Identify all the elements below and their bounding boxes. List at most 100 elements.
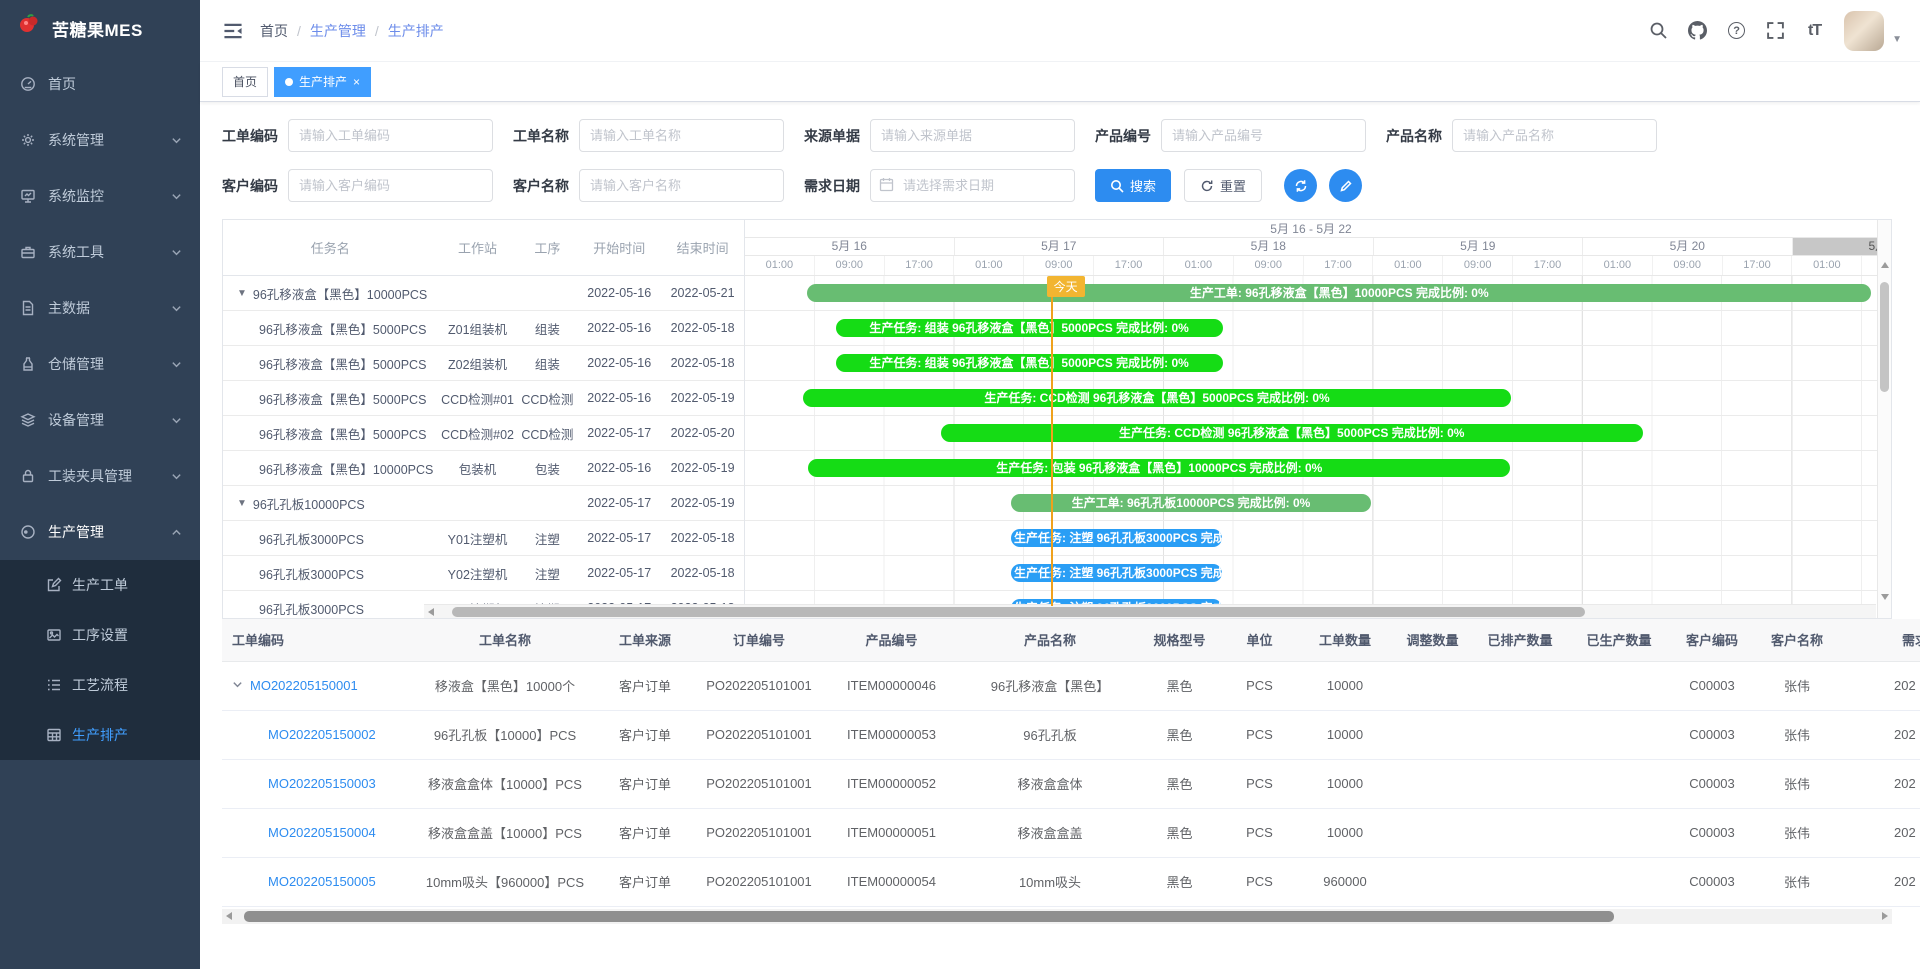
tab-close-icon[interactable]: × — [353, 76, 360, 88]
pencil-icon — [1339, 179, 1353, 193]
user-menu-caret-icon[interactable]: ▼ — [1892, 34, 1902, 51]
gantt-bar-task[interactable]: 生产任务: 组装 96孔移液盒【黑色】5000PCS 完成比例: 0% — [836, 319, 1223, 337]
tab-home[interactable]: 首页 — [222, 67, 268, 97]
github-icon[interactable] — [1688, 21, 1707, 40]
sidebar-toggle-icon[interactable] — [222, 20, 244, 42]
sidebar-item-equipment[interactable]: 设备管理 — [0, 392, 200, 448]
column-header: 工单编码 — [222, 619, 420, 661]
sidebar-item-process-settings[interactable]: 工序设置 — [0, 610, 200, 660]
scrollbar-thumb[interactable] — [452, 607, 1585, 617]
sidebar-item-production-scheduling[interactable]: 生产排产 — [0, 710, 200, 760]
sidebar-item-process-flow[interactable]: 工艺流程 — [0, 660, 200, 710]
gantt-bar-workorder[interactable]: 生产工单: 96孔移液盒【黑色】10000PCS 完成比例: 0% — [807, 284, 1871, 302]
column-header: 结束时间 — [661, 238, 744, 257]
gantt-bar-task-selected[interactable]: 生产任务: 注塑 96孔孔板3000PCS 完成比例: 0% — [1011, 529, 1222, 547]
demand-date-input[interactable] — [870, 169, 1075, 202]
worder-link[interactable]: MO202205150001 — [250, 678, 358, 693]
scrollbar-thumb[interactable] — [1880, 282, 1889, 392]
column-header: 调整数量 — [1395, 619, 1470, 661]
sidebar-item-system-tools[interactable]: 系统工具 — [0, 224, 200, 280]
sidebar-item-master-data[interactable]: 主数据 — [0, 280, 200, 336]
sidebar-item-system-monitor[interactable]: 系统监控 — [0, 168, 200, 224]
scroll-down-arrow-icon[interactable] — [1881, 594, 1889, 600]
gantt-row[interactable]: 96孔孔板3000PCS Y02注塑机 注塑 2022-05-17 2022-0… — [223, 556, 744, 591]
product-name-input[interactable] — [1452, 119, 1657, 152]
expand-triangle-icon[interactable]: ▼ — [237, 288, 247, 299]
table-horizontal-scrollbar[interactable] — [222, 909, 1892, 924]
gantt-bar-task[interactable]: 生产任务: 组装 96孔移液盒【黑色】5000PCS 完成比例: 0% — [836, 354, 1223, 372]
gantt-bar-task[interactable]: 生产任务: CCD检测 96孔移液盒【黑色】5000PCS 完成比例: 0% — [941, 424, 1643, 442]
gantt-bar-task-selected[interactable]: 生产任务: 注塑 96孔孔板3000PCS 完成比例: 0% — [1011, 564, 1222, 582]
gantt-vertical-scrollbar[interactable] — [1877, 220, 1891, 618]
gantt-bar-task[interactable]: 生产任务: CCD检测 96孔移液盒【黑色】5000PCS 完成比例: 0% — [803, 389, 1512, 407]
scrollbar-thumb[interactable] — [244, 911, 1614, 922]
expand-triangle-icon[interactable]: ▼ — [237, 498, 247, 509]
filter-row-2: 客户编码 客户名称 需求日期 搜索 — [222, 169, 1920, 202]
gantt-row[interactable]: 96孔移液盒【黑色】5000PCS CCD检测#02 CCD检测 2022-05… — [223, 416, 744, 451]
tab-label: 首页 — [233, 73, 257, 90]
table-row[interactable]: MO202205150001 移液盒【黑色】10000个 客户订单 PO2022… — [222, 661, 1920, 710]
gantt-horizontal-scrollbar[interactable] — [424, 604, 1876, 618]
gantt-row[interactable]: 96孔移液盒【黑色】5000PCS CCD检测#01 CCD检测 2022-05… — [223, 381, 744, 416]
sidebar-item-warehouse[interactable]: 仓储管理 — [0, 336, 200, 392]
scroll-up-arrow-icon[interactable] — [1881, 262, 1889, 268]
gantt-bar-task[interactable]: 生产任务: 包装 96孔移液盒【黑色】10000PCS 完成比例: 0% — [808, 459, 1510, 477]
fullscreen-icon[interactable] — [1766, 21, 1785, 40]
table-row[interactable]: MO202205150002 96孔孔板【10000】PCS 客户订单 PO20… — [222, 710, 1920, 759]
font-size-icon[interactable]: tT — [1805, 21, 1824, 40]
worder-link[interactable]: MO202205150003 — [268, 776, 376, 791]
gantt-bar-workorder[interactable]: 生产工单: 96孔孔板10000PCS 完成比例: 0% — [1011, 494, 1371, 512]
scroll-left-arrow-icon[interactable] — [428, 608, 434, 616]
breadcrumb-production-scheduling[interactable]: 生产排产 — [388, 21, 444, 41]
field-label: 产品编号 — [1095, 126, 1151, 146]
edit-schedule-button[interactable] — [1329, 169, 1362, 202]
worder-link[interactable]: MO202205150002 — [268, 727, 376, 742]
table-row[interactable]: MO202205150004 移液盒盒盖【10000】PCS 客户订单 PO20… — [222, 808, 1920, 857]
product-code-input[interactable] — [1161, 119, 1366, 152]
search-icon[interactable] — [1649, 21, 1668, 40]
sidebar-item-fixtures[interactable]: 工装夹具管理 — [0, 448, 200, 504]
gantt-row[interactable]: ▼96孔移液盒【黑色】10000PCS 2022-05-16 2022-05-2… — [223, 276, 744, 311]
worder-name-input[interactable] — [579, 119, 784, 152]
gantt-row[interactable]: 96孔移液盒【黑色】5000PCS Z02组装机 组装 2022-05-16 2… — [223, 346, 744, 381]
sidebar-item-system-mgmt[interactable]: 系统管理 — [0, 112, 200, 168]
chevron-down-icon — [171, 415, 182, 426]
scroll-left-arrow-icon[interactable] — [226, 912, 232, 920]
sidebar-item-production[interactable]: 生产管理 — [0, 504, 200, 560]
tab-production-scheduling[interactable]: 生产排产 × — [274, 67, 371, 97]
refresh-schedule-button[interactable] — [1284, 169, 1317, 202]
sidebar-item-label: 系统工具 — [48, 242, 104, 262]
customer-name-input[interactable] — [579, 169, 784, 202]
column-header: 工单名称 — [420, 619, 590, 661]
worder-link[interactable]: MO202205150005 — [268, 874, 376, 889]
sidebar-item-home[interactable]: 首页 — [0, 56, 200, 112]
customer-code-input[interactable] — [288, 169, 493, 202]
sidebar-menu: 首页 系统管理 系统监控 系统工具 主数据 — [0, 56, 200, 760]
breadcrumb-production-mgmt[interactable]: 生产管理 — [310, 21, 366, 41]
gantt-row[interactable]: 96孔移液盒【黑色】5000PCS Z01组装机 组装 2022-05-16 2… — [223, 311, 744, 346]
sidebar-item-work-orders[interactable]: 生产工单 — [0, 560, 200, 610]
table-row[interactable]: MO202205150003 移液盒盒体【10000】PCS 客户订单 PO20… — [222, 759, 1920, 808]
gantt-row[interactable]: ▼96孔孔板10000PCS 2022-05-17 2022-05-19 — [223, 486, 744, 521]
app-logo[interactable]: 苦糖果MES — [0, 0, 200, 56]
gantt-row[interactable]: 96孔移液盒【黑色】10000PCS 包装机 包装 2022-05-16 202… — [223, 451, 744, 486]
row-expand-chevron-icon[interactable] — [232, 679, 243, 690]
day-cell: 5月 19 — [1374, 238, 1584, 255]
worder-code-input[interactable] — [288, 119, 493, 152]
gantt-row[interactable]: 96孔孔板3000PCS Y01注塑机 注塑 2022-05-17 2022-0… — [223, 521, 744, 556]
source-doc-input[interactable] — [870, 119, 1075, 152]
column-header: 订单编号 — [700, 619, 818, 661]
active-dot-icon — [285, 78, 293, 86]
sidebar: 苦糖果MES 首页 系统管理 系统监控 系统工具 — [0, 0, 200, 969]
table-row[interactable]: MO202205150005 10mm吸头【960000】PCS 客户订单 PO… — [222, 857, 1920, 906]
field-label: 产品名称 — [1386, 126, 1442, 146]
search-button[interactable]: 搜索 — [1095, 169, 1171, 202]
avatar[interactable] — [1844, 11, 1884, 51]
scroll-right-arrow-icon[interactable] — [1882, 912, 1888, 920]
tags-view-bar: 首页 生产排产 × — [200, 62, 1920, 102]
breadcrumb-home[interactable]: 首页 — [260, 21, 288, 41]
worder-link[interactable]: MO202205150004 — [268, 825, 376, 840]
help-icon[interactable]: ? — [1727, 21, 1746, 40]
column-header: 客户名称 — [1756, 619, 1838, 661]
reset-button[interactable]: 重置 — [1184, 169, 1262, 202]
